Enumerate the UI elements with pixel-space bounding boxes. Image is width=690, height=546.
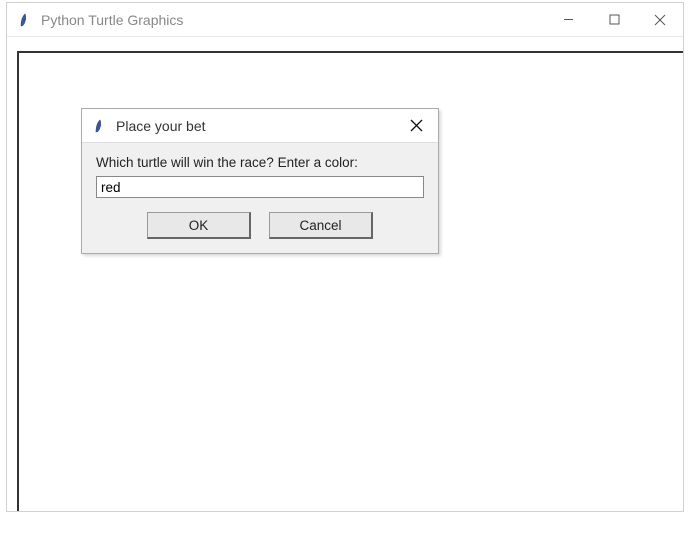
bet-dialog: Place your bet Which turtle will win the…	[81, 108, 439, 254]
dialog-button-row: OK Cancel	[96, 212, 424, 239]
minimize-button[interactable]	[545, 3, 591, 36]
main-window-title: Python Turtle Graphics	[41, 12, 183, 28]
dialog-titlebar: Place your bet	[82, 109, 438, 143]
window-controls	[545, 3, 683, 36]
dialog-body: Which turtle will win the race? Enter a …	[82, 143, 438, 253]
ok-button[interactable]: OK	[147, 212, 251, 239]
dialog-title: Place your bet	[116, 118, 206, 134]
python-turtle-icon	[92, 118, 108, 134]
main-window: Python Turtle Graphics	[6, 2, 684, 512]
color-input[interactable]	[96, 176, 424, 198]
dialog-close-button[interactable]	[394, 109, 438, 142]
close-button[interactable]	[637, 3, 683, 36]
main-titlebar: Python Turtle Graphics	[7, 3, 683, 37]
maximize-button[interactable]	[591, 3, 637, 36]
dialog-prompt: Which turtle will win the race? Enter a …	[96, 155, 424, 170]
cancel-button[interactable]: Cancel	[269, 212, 373, 239]
python-turtle-icon	[17, 12, 33, 28]
